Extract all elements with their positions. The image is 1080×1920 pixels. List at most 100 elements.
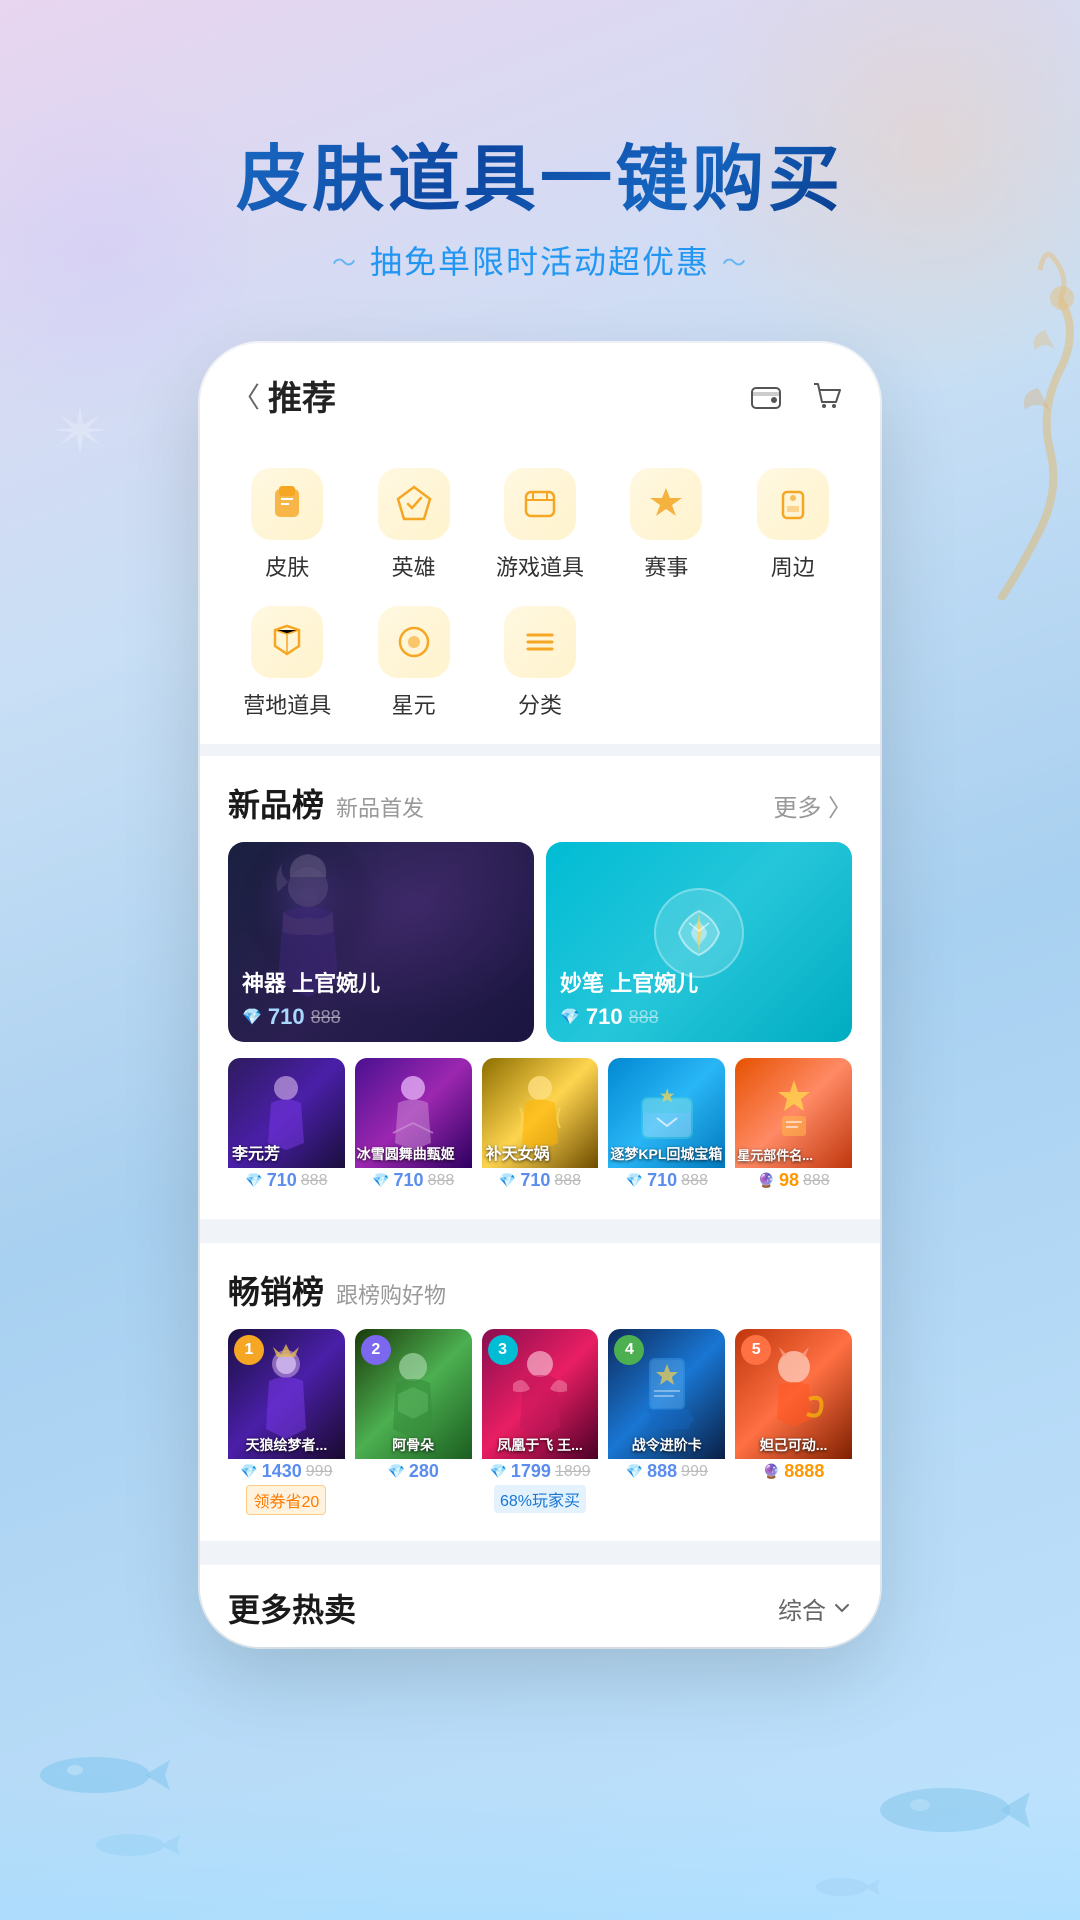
price-orig-2: 888 bbox=[629, 1007, 659, 1028]
bs-img-4: 4 战令进阶卡 bbox=[608, 1329, 725, 1459]
category-classify[interactable]: 分类 bbox=[477, 594, 603, 732]
chevron-down-icon bbox=[832, 1598, 852, 1618]
cart-icon[interactable] bbox=[804, 374, 848, 418]
small-prod-price-3: 💎 710 888 bbox=[482, 1168, 599, 1199]
featured-card-1-price: 💎 710 888 bbox=[242, 1004, 520, 1030]
event-icon bbox=[630, 468, 702, 540]
section-divider-2 bbox=[200, 1219, 880, 1231]
bs-price-4: 💎 888 999 bbox=[608, 1459, 725, 1488]
bs-main-3: 1799 bbox=[511, 1461, 551, 1482]
sp-price-orig-4: 888 bbox=[681, 1172, 708, 1190]
app-header: 〈 推荐 bbox=[200, 343, 880, 436]
bs-price-5: 🔮 8888 bbox=[735, 1459, 852, 1488]
sp-price-orig-2: 888 bbox=[428, 1172, 455, 1190]
bestseller-card-3[interactable]: 3 凤凰于飞 王... bbox=[482, 1329, 599, 1521]
sort-dropdown[interactable]: 综合 bbox=[778, 1591, 852, 1626]
sp-price-main-2: 710 bbox=[394, 1170, 424, 1191]
small-product-4[interactable]: 逐梦KPL回城宝箱 💎 710 888 bbox=[608, 1058, 725, 1199]
hero-subtitle: 抽免单限时活动超优惠 bbox=[0, 237, 1080, 283]
fish-icon-2 bbox=[90, 1830, 180, 1860]
category-hero[interactable]: 英雄 bbox=[350, 456, 476, 594]
new-products-header: 新品榜 新品首发 更多 〉 bbox=[200, 756, 880, 842]
camp-label: 营地道具 bbox=[243, 688, 331, 720]
fish-icon-4 bbox=[810, 1875, 880, 1900]
section-divider-1 bbox=[200, 744, 880, 756]
sp-price-main-1: 710 bbox=[267, 1170, 297, 1191]
bestseller-subtitle: 跟榜购好物 bbox=[336, 1278, 446, 1310]
bestseller-section: 畅销榜 跟榜购好物 1 bbox=[200, 1243, 880, 1541]
category-skin[interactable]: 皮肤 bbox=[224, 456, 350, 594]
bs-img-2: 2 阿骨朵 bbox=[355, 1329, 472, 1459]
more-hot-header: 更多热卖 综合 bbox=[200, 1565, 880, 1647]
new-products-title-group: 新品榜 新品首发 bbox=[228, 780, 424, 826]
featured-card-2[interactable]: 妙笔 上官婉儿 💎 710 888 bbox=[546, 842, 852, 1042]
header-icons bbox=[744, 374, 848, 418]
sp-price-main-3: 710 bbox=[520, 1170, 550, 1191]
fish-icon-1 bbox=[30, 1750, 170, 1800]
bs-img-3: 3 凤凰于飞 王... bbox=[482, 1329, 599, 1459]
category-periphery[interactable]: 周边 bbox=[730, 456, 856, 594]
wallet-icon[interactable] bbox=[744, 374, 788, 418]
small-prod-img-3: 补天女娲 bbox=[482, 1058, 599, 1168]
small-prod-img-2: 冰雪圆舞曲甄姬 bbox=[355, 1058, 472, 1168]
bs-price-1: 💎 1430 999 领券省20 bbox=[228, 1459, 345, 1521]
bs-orig-3: 1899 bbox=[555, 1463, 591, 1481]
small-product-2[interactable]: 冰雪圆舞曲甄姬 💎 710 888 bbox=[355, 1058, 472, 1199]
coin-icon-2: 💎 bbox=[560, 1007, 580, 1027]
small-prod-price-2: 💎 710 888 bbox=[355, 1168, 472, 1199]
new-products-subtitle: 新品首发 bbox=[336, 791, 424, 823]
category-grid: 皮肤 英雄 bbox=[200, 436, 880, 744]
bs-orig-1: 999 bbox=[306, 1463, 333, 1481]
small-prod-price-4: 💎 710 888 bbox=[608, 1168, 725, 1199]
bestseller-card-2[interactable]: 2 阿骨朵 bbox=[355, 1329, 472, 1521]
price-main-2: 710 bbox=[586, 1004, 623, 1030]
bestseller-card-5[interactable]: 5 妲 bbox=[735, 1329, 852, 1521]
gameitem-icon bbox=[504, 468, 576, 540]
bestseller-row: 1 天狼绘梦者... bbox=[200, 1329, 880, 1541]
bs-tag-1: 领券省20 bbox=[246, 1485, 326, 1515]
bottom-decoration bbox=[0, 1670, 1080, 1920]
rank-badge-2: 2 bbox=[361, 1335, 391, 1365]
rank-badge-5: 5 bbox=[741, 1335, 771, 1365]
classify-label: 分类 bbox=[518, 688, 562, 720]
hero-title: 皮肤道具一键购买 bbox=[236, 120, 844, 225]
small-product-3[interactable]: 补天女娲 💎 710 888 bbox=[482, 1058, 599, 1199]
classify-icon bbox=[504, 606, 576, 678]
category-event[interactable]: 赛事 bbox=[603, 456, 729, 594]
bs-price-2: 💎 280 bbox=[355, 1459, 472, 1488]
periphery-icon bbox=[757, 468, 829, 540]
sp-price-orig-3: 888 bbox=[554, 1172, 581, 1190]
bs-orig-4: 999 bbox=[681, 1463, 708, 1481]
bs-main-1: 1430 bbox=[262, 1461, 302, 1482]
bs-main-4: 888 bbox=[647, 1461, 677, 1482]
star-icon bbox=[378, 606, 450, 678]
phone-mockup: 〈 推荐 bbox=[200, 343, 880, 1647]
back-button[interactable]: 〈 推荐 bbox=[232, 371, 336, 420]
star-label: 星元 bbox=[392, 688, 436, 720]
small-product-5[interactable]: 星元部件名... 🔮 98 888 bbox=[735, 1058, 852, 1199]
small-product-1[interactable]: 李元芳 💎 710 888 bbox=[228, 1058, 345, 1199]
sp-price-orig-1: 888 bbox=[301, 1172, 328, 1190]
featured-card-1[interactable]: 神器 上官婉儿 💎 710 888 bbox=[228, 842, 534, 1042]
bestseller-header: 畅销榜 跟榜购好物 bbox=[200, 1243, 880, 1329]
phone-inner: 〈 推荐 bbox=[200, 343, 880, 1647]
fish-icon-3 bbox=[870, 1780, 1030, 1840]
category-gameitem[interactable]: 游戏道具 bbox=[477, 456, 603, 594]
new-products-more[interactable]: 更多 〉 bbox=[773, 788, 852, 823]
featured-card-1-title: 神器 上官婉儿 bbox=[242, 966, 520, 998]
sp-price-main-5: 98 bbox=[779, 1170, 799, 1191]
sp-price-orig-5: 888 bbox=[803, 1172, 830, 1190]
bestseller-card-1[interactable]: 1 天狼绘梦者... bbox=[228, 1329, 345, 1521]
small-products-row: 李元芳 💎 710 888 bbox=[200, 1058, 880, 1219]
phone-container: 〈 推荐 bbox=[0, 343, 1080, 1647]
rank-badge-3: 3 bbox=[488, 1335, 518, 1365]
hero-icon bbox=[378, 468, 450, 540]
category-camp[interactable]: 营地道具 bbox=[224, 594, 350, 732]
event-label: 赛事 bbox=[644, 550, 688, 582]
hero-label: 英雄 bbox=[392, 550, 436, 582]
bestseller-title: 畅销榜 bbox=[228, 1267, 324, 1313]
category-star[interactable]: 星元 bbox=[350, 594, 476, 732]
sp-price-main-4: 710 bbox=[647, 1170, 677, 1191]
bestseller-card-4[interactable]: 4 战令进阶卡 bbox=[608, 1329, 725, 1521]
bestseller-title-group: 畅销榜 跟榜购好物 bbox=[228, 1267, 446, 1313]
